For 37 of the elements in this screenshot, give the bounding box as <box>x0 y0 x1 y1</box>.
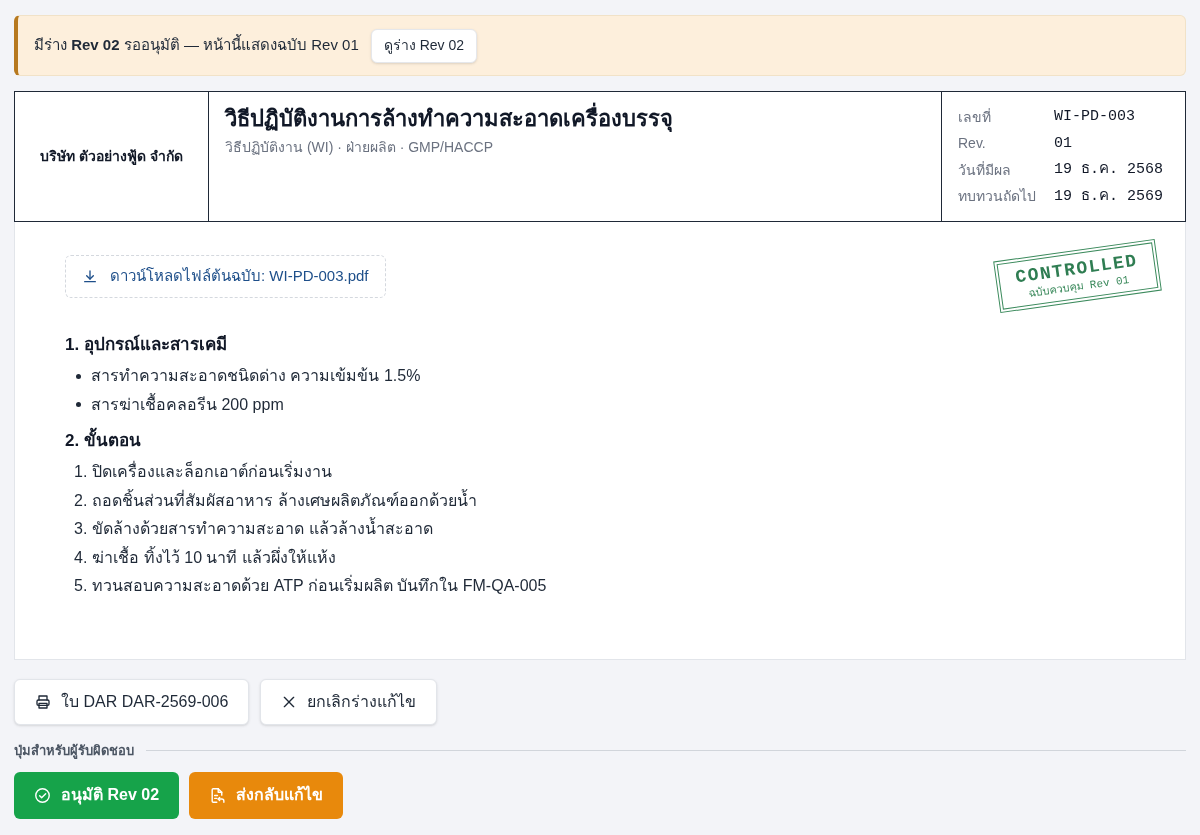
meta-value: 01 <box>1054 133 1073 154</box>
document-return-icon <box>209 786 227 804</box>
step-number: 1. <box>74 462 88 483</box>
meta-label: Rev. <box>958 134 987 154</box>
step-text: ทวนสอบความสะอาดด้วย ATP ก่อนเริ่มผลิต บันทึกใน FM-QA-005 <box>92 574 547 597</box>
company-name: บริษัท ตัวอย่างฟู้ด จำกัด <box>40 147 183 167</box>
step-number: 5. <box>74 576 88 597</box>
cancel-draft-button[interactable]: ยกเลิกร่างแก้ไข <box>260 679 438 725</box>
section-heading: 1. อุปกรณ์และสารเคมี <box>65 333 228 357</box>
document-subtitle: วิธีปฏิบัติงาน (WI) · ฝ่ายผลิต · GMP/HACCP <box>225 138 493 157</box>
list-item-text: สารฆ่าเชื้อคลอรีน 200 ppm <box>91 392 284 415</box>
view-draft-button[interactable]: ดูร่าง Rev 02 <box>370 28 477 63</box>
dar-form-button[interactable]: ใบ DAR DAR-2569-006 <box>14 679 250 725</box>
section-heading: 2. ขั้นตอน <box>65 428 1135 454</box>
step-text: ถอดชิ้นส่วนที่สัมผัสอาหาร ล้างเศษผลิตภัณฑ์ออกด้วยน้ำ <box>92 488 477 511</box>
step-number: 4. <box>74 547 88 568</box>
step-text: ฆ่าเชื้อ ทิ้งไว้ 10 นาที แล้วผึ่งให้แห้ง <box>92 545 336 568</box>
download-link[interactable]: ดาวน์โหลดไฟล์ต้นฉบับ: WI-PD-003.pdf <box>65 255 386 298</box>
step-text: ปิดเครื่องและล็อกเอาต์ก่อนเริ่มงาน <box>92 460 333 483</box>
list-item-text: สารทำความสะอาดชนิดด่าง ความเข้มข้น 1.5% <box>91 366 421 387</box>
check-circle-icon <box>34 786 51 804</box>
download-icon <box>82 268 98 285</box>
step-text: ขัดล้างด้วยสารทำความสะอาด แล้วล้างน้ำสะอาด <box>92 517 433 542</box>
bullet-icon <box>76 402 81 408</box>
document-title: วิธีปฏิบัติงานการล้างทำความสะอาดเครื่องบรรจุ <box>225 104 673 134</box>
meta-value: 19 ธ.ค. 2568 <box>1054 160 1164 180</box>
meta-value: WI-PD-003 <box>1054 107 1136 127</box>
meta-value: 19 ธ.ค. 2569 <box>1054 186 1164 207</box>
printer-icon <box>35 694 51 710</box>
bullet-icon <box>76 373 81 379</box>
step-number: 2. <box>74 490 88 511</box>
step-number: 3. <box>74 519 88 540</box>
meta-label: เลขที่ <box>958 107 992 127</box>
banner-message: มีร่าง Rev 02 รออนุมัติ — หน้านี้แสดงฉบับ Rev 01 <box>34 34 359 57</box>
meta-label: ทบทวนถัดไป <box>958 187 1037 207</box>
section-label: ปุ่มสำหรับผู้รับผิดชอบ <box>14 742 134 761</box>
meta-label: วันที่มีผล <box>958 160 1012 180</box>
